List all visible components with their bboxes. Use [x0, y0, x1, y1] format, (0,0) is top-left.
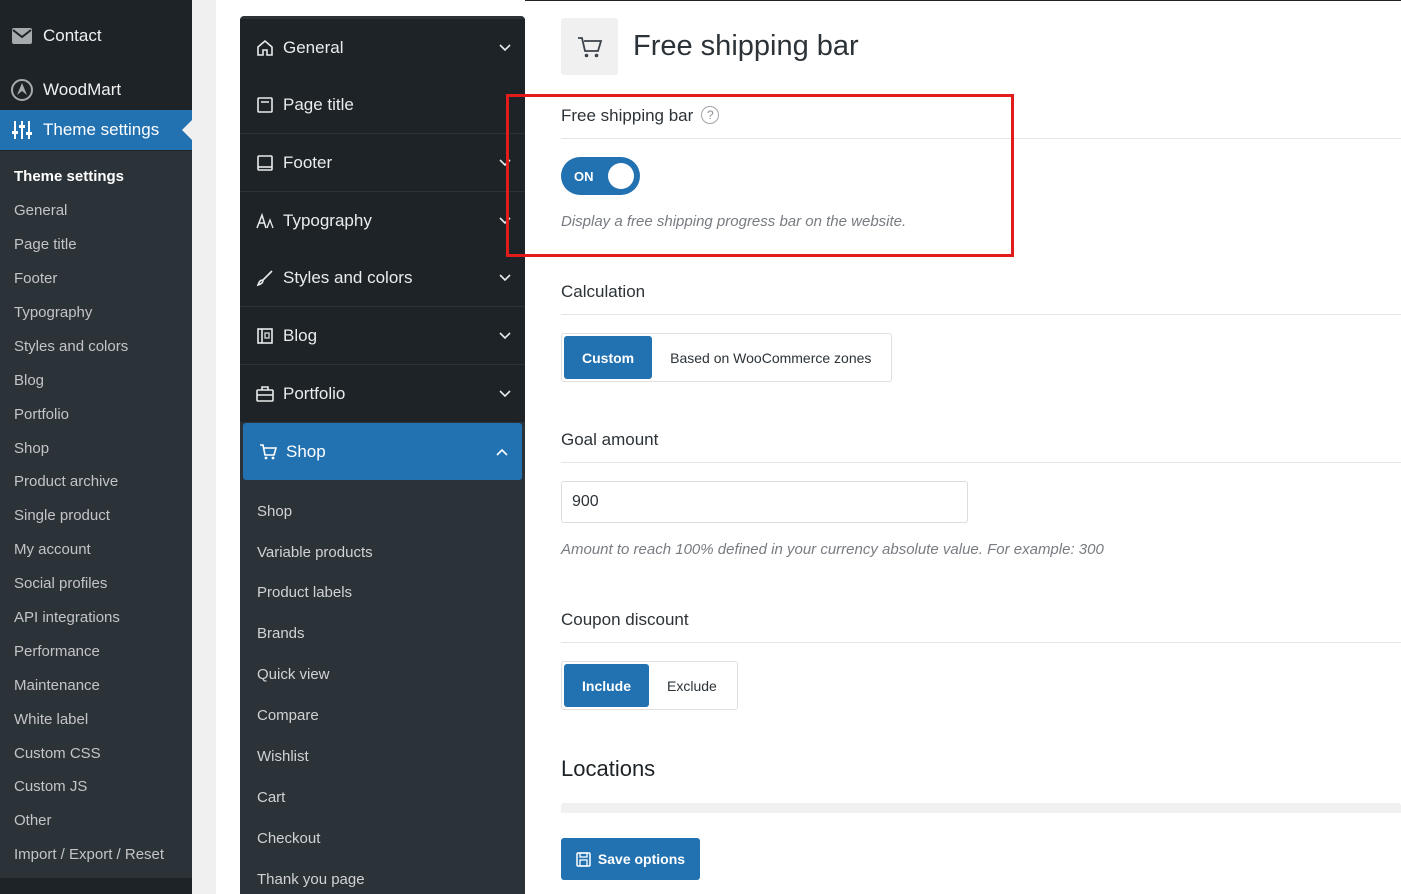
submenu-item[interactable]: Portfolio — [0, 397, 192, 431]
woodmart-logo-icon — [11, 79, 33, 101]
menu-item-woodmart[interactable]: WoodMart — [0, 70, 192, 110]
submenu-item[interactable]: Other — [0, 804, 192, 838]
goal-amount-label: Goal amount — [561, 430, 659, 449]
shop-sub-item[interactable]: Thank you page — [257, 870, 365, 890]
title-icon-box — [561, 18, 618, 75]
submenu-item[interactable]: Typography — [0, 296, 192, 330]
nav-item-label: Shop — [286, 441, 326, 461]
coupon-option-exclude[interactable]: Exclude — [649, 664, 735, 707]
submenu-item[interactable]: Shop — [0, 431, 192, 465]
nav-item-footer[interactable]: Footer — [240, 134, 525, 191]
submenu-item[interactable]: Custom JS — [0, 770, 192, 804]
calculation-option-custom[interactable]: Custom — [564, 336, 653, 379]
locations-section — [561, 803, 1401, 813]
chevron-down-icon — [499, 389, 511, 397]
envelope-icon — [11, 25, 33, 47]
page-title-icon — [256, 96, 274, 114]
submenu-item[interactable]: Maintenance — [0, 668, 192, 702]
submenu-item[interactable]: Blog — [0, 363, 192, 397]
cart-icon — [259, 443, 277, 461]
shop-sub-item[interactable]: Variable products — [257, 543, 373, 563]
menu-item-theme-settings[interactable]: Theme settings — [0, 110, 192, 150]
nav-item-label: Blog — [283, 325, 318, 345]
nav-item-label: General — [283, 37, 344, 57]
calculation-selector: Custom Based on WooCommerce zones — [561, 333, 893, 382]
wp-admin-sidebar: Contact WoodMart Theme settings Theme se… — [0, 0, 192, 894]
shop-sub-item[interactable]: Quick view — [257, 665, 330, 685]
home-icon — [256, 39, 274, 57]
brush-icon — [256, 269, 274, 287]
coupon-discount-label: Coupon discount — [561, 610, 689, 629]
sliders-icon — [11, 119, 33, 141]
nav-item-typography[interactable]: Typography — [240, 192, 525, 249]
shop-sub-item[interactable]: Cart — [257, 788, 285, 808]
submenu-item[interactable]: Styles and colors — [0, 329, 192, 363]
cart-icon — [577, 36, 602, 57]
submenu-item[interactable]: Social profiles — [0, 567, 192, 601]
nav-item-label: Page title — [283, 94, 354, 114]
coupon-selector: Include Exclude — [561, 661, 738, 710]
submenu-item[interactable]: Performance — [0, 634, 192, 668]
nav-item-label: Styles and colors — [283, 267, 413, 287]
save-icon — [576, 851, 591, 867]
goal-amount-input[interactable]: 900 — [561, 481, 968, 523]
nav-item-page-title[interactable]: Page title — [240, 76, 525, 133]
nav-item-portfolio[interactable]: Portfolio — [240, 365, 525, 422]
shop-sub-item[interactable]: Brands — [257, 624, 305, 644]
save-button-label: Save options — [597, 851, 686, 867]
shop-sub-item[interactable]: Checkout — [257, 829, 320, 849]
divider — [561, 462, 1401, 463]
nav-item-general[interactable]: General — [240, 19, 525, 76]
shop-sub-item[interactable]: Compare — [257, 706, 319, 726]
submenu-item[interactable]: Page title — [0, 228, 192, 262]
chevron-down-icon — [499, 331, 511, 339]
nav-item-label: Footer — [283, 152, 333, 172]
nav-item-label: Typography — [283, 210, 372, 230]
nav-item-styles-colors[interactable]: Styles and colors — [240, 249, 525, 306]
submenu-item[interactable]: Import / Export / Reset — [0, 838, 192, 872]
shop-sub-item[interactable]: Shop — [257, 502, 292, 522]
submenu-item[interactable]: White label — [0, 702, 192, 736]
save-options-button[interactable]: Save options — [561, 838, 700, 880]
blog-icon — [256, 327, 274, 345]
highlight-box — [506, 94, 1014, 257]
goal-amount-description: Amount to reach 100% defined in your cur… — [561, 541, 1104, 558]
menu-item-contact[interactable]: Contact — [0, 16, 192, 56]
divider — [561, 314, 1401, 315]
submenu-item[interactable]: Custom CSS — [0, 736, 192, 770]
divider — [561, 642, 1401, 643]
submenu-item[interactable]: API integrations — [0, 601, 192, 635]
nav-item-label: Portfolio — [283, 383, 346, 403]
shop-sub-item[interactable]: Wishlist — [257, 747, 309, 767]
menu-item-label: Theme settings — [43, 120, 160, 139]
footer-icon — [256, 154, 274, 172]
coupon-option-include[interactable]: Include — [564, 664, 650, 707]
submenu-item[interactable]: My account — [0, 533, 192, 567]
submenu-item[interactable]: Theme settings — [0, 160, 192, 194]
submenu-item[interactable]: Footer — [0, 262, 192, 296]
chevron-down-icon — [499, 43, 511, 51]
menu-item-label: WoodMart — [43, 80, 122, 99]
nav-item-blog[interactable]: Blog — [240, 307, 525, 364]
calculation-label: Calculation — [561, 282, 646, 301]
submenu-item[interactable]: Single product — [0, 499, 192, 533]
submenu-item[interactable]: Product archive — [0, 465, 192, 499]
briefcase-icon — [256, 385, 274, 403]
locations-heading: Locations — [561, 756, 656, 781]
chevron-up-icon — [496, 448, 508, 456]
nav-item-shop[interactable]: Shop — [243, 423, 522, 480]
shop-sub-item[interactable]: Product labels — [257, 583, 352, 603]
submenu-item[interactable]: General — [0, 194, 192, 228]
page-title: Free shipping bar — [633, 30, 859, 62]
chevron-down-icon — [499, 273, 511, 281]
theme-settings-nav: General Page title Footer Typography Sty… — [240, 16, 525, 894]
typography-icon — [256, 212, 274, 230]
calculation-option-woocommerce-zones[interactable]: Based on WooCommerce zones — [652, 336, 889, 379]
menu-item-label: Contact — [43, 26, 102, 45]
theme-settings-submenu: Theme settings General Page title Footer… — [0, 151, 192, 878]
